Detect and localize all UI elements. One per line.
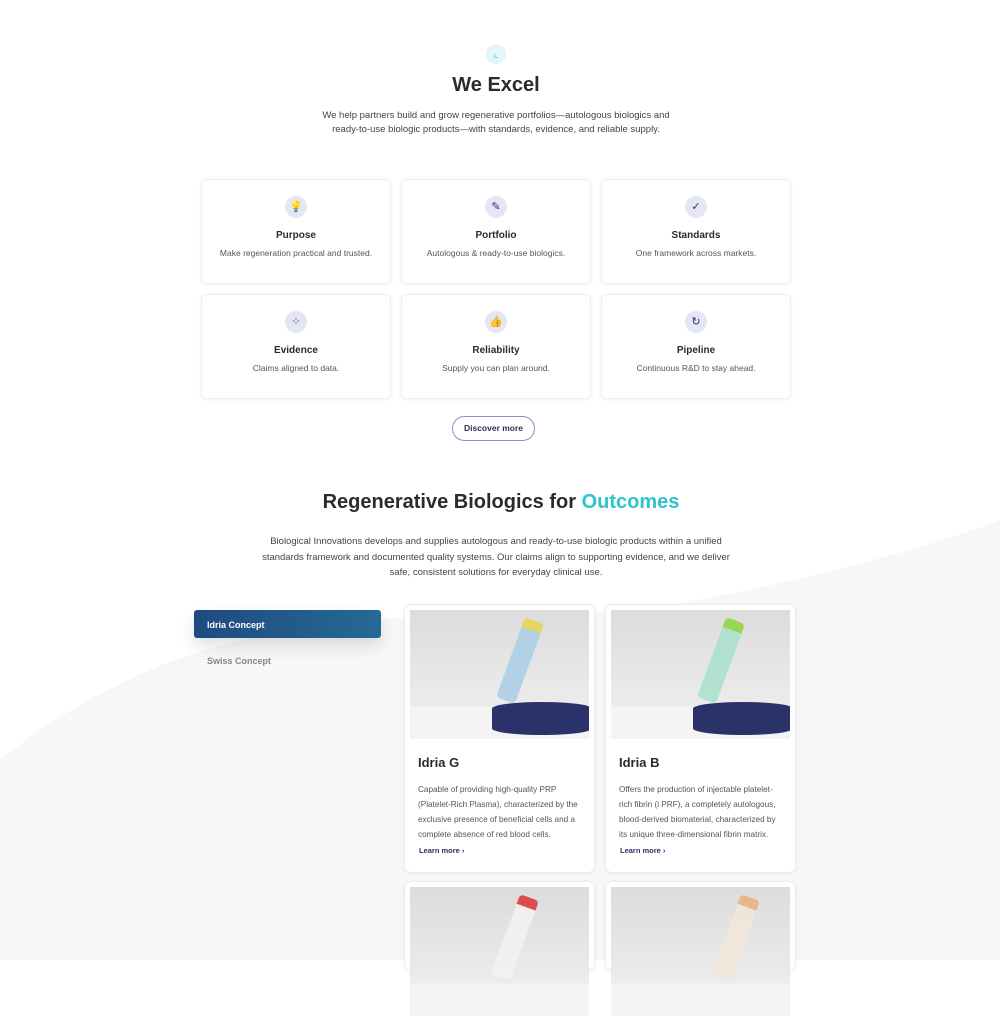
learn-more-link[interactable]: Learn more › xyxy=(620,846,781,855)
discover-more-button[interactable]: Discover more xyxy=(452,416,535,441)
feature-text: One framework across markets. xyxy=(635,248,757,258)
feature-title: Standards xyxy=(671,230,721,241)
feature-title: Evidence xyxy=(274,345,318,356)
section-subtitle: We help partners build and grow regenera… xyxy=(322,110,670,135)
feature-text: Claims aligned to data. xyxy=(252,363,340,373)
tab-swiss-concept[interactable]: Swiss Concept xyxy=(207,656,271,666)
product-image xyxy=(410,610,589,739)
product-image xyxy=(611,610,790,739)
tab-idria-concept[interactable]: Idria Concept xyxy=(194,610,381,638)
feature-card-purpose: 💡 Purpose Make regeneration practical and … xyxy=(201,179,391,284)
feature-title: Reliability xyxy=(472,345,520,356)
section-title: We Excel xyxy=(452,74,540,96)
product-name: Idria B xyxy=(619,755,660,770)
feature-card-portfolio: ✎ Portfolio Autologous & ready-to-use biol… xyxy=(401,179,591,284)
product-card-idria-b: Idria B Offers the production of injecta… xyxy=(605,604,796,873)
thumbs-up-icon: 👍 xyxy=(485,311,507,333)
feature-text: Continuous R&D to stay ahead. xyxy=(636,363,756,373)
syringe-icon: ✎ xyxy=(485,196,507,218)
learn-more-link[interactable]: Learn more › xyxy=(419,846,580,855)
lightbulb-icon: 💡 xyxy=(285,196,307,218)
refresh-icon: ↻ xyxy=(685,311,707,333)
chart-icon: ⌞ xyxy=(486,44,506,64)
feature-text: Make regeneration practical and trusted. xyxy=(219,248,373,258)
product-image xyxy=(410,887,589,1016)
feature-title: Portfolio xyxy=(475,230,517,241)
product-card xyxy=(404,881,595,1016)
feature-text: Supply you can plan around. xyxy=(442,363,550,373)
outcomes-title: Regenerative Biologics for Outcomes xyxy=(322,491,680,513)
product-image xyxy=(611,887,790,1016)
feature-text: Autologous & ready-to-use biologics. xyxy=(426,248,566,258)
product-name: Idria G xyxy=(418,755,460,770)
features-grid: 💡 Purpose Make regeneration practical and … xyxy=(201,179,791,399)
product-card xyxy=(605,881,796,1016)
check-icon: ✓ xyxy=(685,196,707,218)
product-description: Offers the production of injectable plat… xyxy=(619,785,776,839)
feature-card-pipeline: ↻ Pipeline Continuous R&D to stay ahead. xyxy=(601,294,791,399)
feature-title: Purpose xyxy=(275,230,316,241)
product-description: Capable of providing high-quality PRP (P… xyxy=(418,785,578,839)
feature-card-standards: ✓ Standards One framework across markets. xyxy=(601,179,791,284)
outcomes-text: Biological Innovations develops and supp… xyxy=(262,536,730,578)
nodes-icon: ⁘ xyxy=(285,311,307,333)
product-card-idria-g: Idria G Capable of providing high-qualit… xyxy=(404,604,595,873)
feature-card-reliability: 👍 Reliability Supply you can plan around. xyxy=(401,294,591,399)
feature-card-evidence: ⁘ Evidence Claims aligned to data. xyxy=(201,294,391,399)
feature-title: Pipeline xyxy=(676,345,716,356)
